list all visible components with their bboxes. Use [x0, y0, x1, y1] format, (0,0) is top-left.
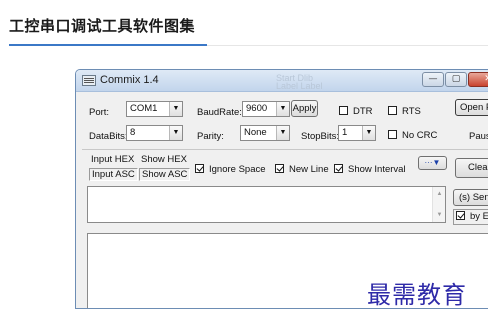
by-enter-checkbox[interactable]: by Enter — [453, 209, 488, 225]
window-title: Commix 1.4 — [100, 74, 159, 86]
clear-button[interactable]: Clear — [455, 158, 488, 178]
by-enter-label: by Enter — [470, 211, 488, 222]
dtr-label: DTR — [353, 106, 373, 117]
dtr-checkbox[interactable]: DTR — [339, 106, 373, 118]
stopbits-select[interactable]: 1 ▼ — [338, 125, 376, 141]
send-text-input[interactable]: ▲ ▼ — [87, 186, 446, 223]
page-header: 工控串口调试工具软件图集 — [0, 0, 488, 50]
scroll-up-icon[interactable]: ▲ — [433, 191, 446, 197]
dtr-checkbox-box[interactable] — [339, 106, 348, 115]
baudrate-label: BaudRate: — [197, 107, 242, 118]
by-enter-checkbox-box[interactable] — [456, 211, 465, 220]
baudrate-select[interactable]: 9600 ▼ — [242, 101, 290, 117]
rts-checkbox-box[interactable] — [388, 106, 397, 115]
pause-label[interactable]: Pause — [469, 131, 488, 142]
chevron-down-icon[interactable]: ▼ — [169, 102, 182, 116]
show-asc-toggle[interactable]: Show ASC — [139, 168, 191, 181]
no-crc-label: No CRC — [402, 130, 438, 141]
chevron-down-icon[interactable]: ▼ — [169, 126, 182, 140]
maximize-button[interactable]: ▢ — [445, 72, 467, 87]
chevron-down-icon[interactable]: ▼ — [276, 126, 289, 140]
show-interval-checkbox[interactable]: Show Interval — [334, 164, 406, 176]
baudrate-value: 9600 — [246, 103, 268, 114]
input-hex-toggle[interactable]: Input HEX — [89, 154, 136, 167]
port-select[interactable]: COM1 ▼ — [126, 101, 183, 117]
databits-value: 8 — [130, 127, 136, 138]
input-asc-toggle[interactable]: Input ASC — [89, 168, 138, 181]
ignore-space-checkbox-box[interactable] — [195, 164, 204, 173]
chevron-down-icon[interactable]: ▼ — [276, 102, 289, 116]
watermark-text: 最需教育 — [367, 281, 467, 309]
more-options-dropdown[interactable]: ···▼ — [418, 156, 447, 170]
no-crc-checkbox[interactable]: No CRC — [388, 130, 437, 142]
show-interval-checkbox-box[interactable] — [334, 164, 343, 173]
ignore-space-checkbox[interactable]: Ignore Space — [195, 164, 266, 176]
stopbits-value: 1 — [342, 127, 348, 138]
send-button[interactable]: (s) Send — [453, 189, 488, 206]
section-divider — [82, 149, 488, 150]
parity-value: None — [244, 127, 267, 138]
ignore-space-label: Ignore Space — [209, 164, 266, 175]
port-label: Port: — [89, 107, 110, 118]
minimize-button[interactable]: — — [422, 72, 444, 87]
parity-select[interactable]: None ▼ — [240, 125, 290, 141]
new-line-checkbox-box[interactable] — [275, 164, 284, 173]
rts-checkbox[interactable]: RTS — [388, 106, 421, 118]
chevron-down-icon[interactable]: ▼ — [362, 126, 375, 140]
no-crc-checkbox-box[interactable] — [388, 130, 397, 139]
ghost-background-text: Start Dlib Label Label — [276, 73, 323, 91]
header-divider — [207, 45, 488, 46]
commix-window: Commix 1.4 Start DlibLabel Label — ▢ ✕ P… — [75, 69, 488, 309]
show-hex-toggle[interactable]: Show HEX — [139, 154, 189, 167]
close-button[interactable]: ✕ — [468, 72, 488, 87]
new-line-label: New Line — [289, 164, 329, 175]
page-title: 工控串口调试工具软件图集 — [9, 17, 196, 35]
open-port-button[interactable]: Open Port — [455, 99, 488, 116]
new-line-checkbox[interactable]: New Line — [275, 164, 329, 176]
parity-label: Parity: — [197, 131, 224, 142]
port-value: COM1 — [130, 103, 158, 114]
apply-button[interactable]: Apply — [291, 100, 318, 117]
databits-select[interactable]: 8 ▼ — [126, 125, 183, 141]
window-titlebar[interactable]: Commix 1.4 Start DlibLabel Label — ▢ ✕ — [76, 70, 488, 92]
terminal-app-icon — [82, 75, 96, 86]
show-interval-label: Show Interval — [348, 164, 406, 175]
stopbits-label: StopBits: — [301, 131, 340, 142]
scroll-down-icon[interactable]: ▼ — [433, 212, 446, 218]
send-scrollbar[interactable]: ▲ ▼ — [432, 187, 445, 222]
databits-label: DataBits: — [89, 131, 128, 142]
title-underline — [9, 44, 207, 46]
rts-label: RTS — [402, 106, 421, 117]
